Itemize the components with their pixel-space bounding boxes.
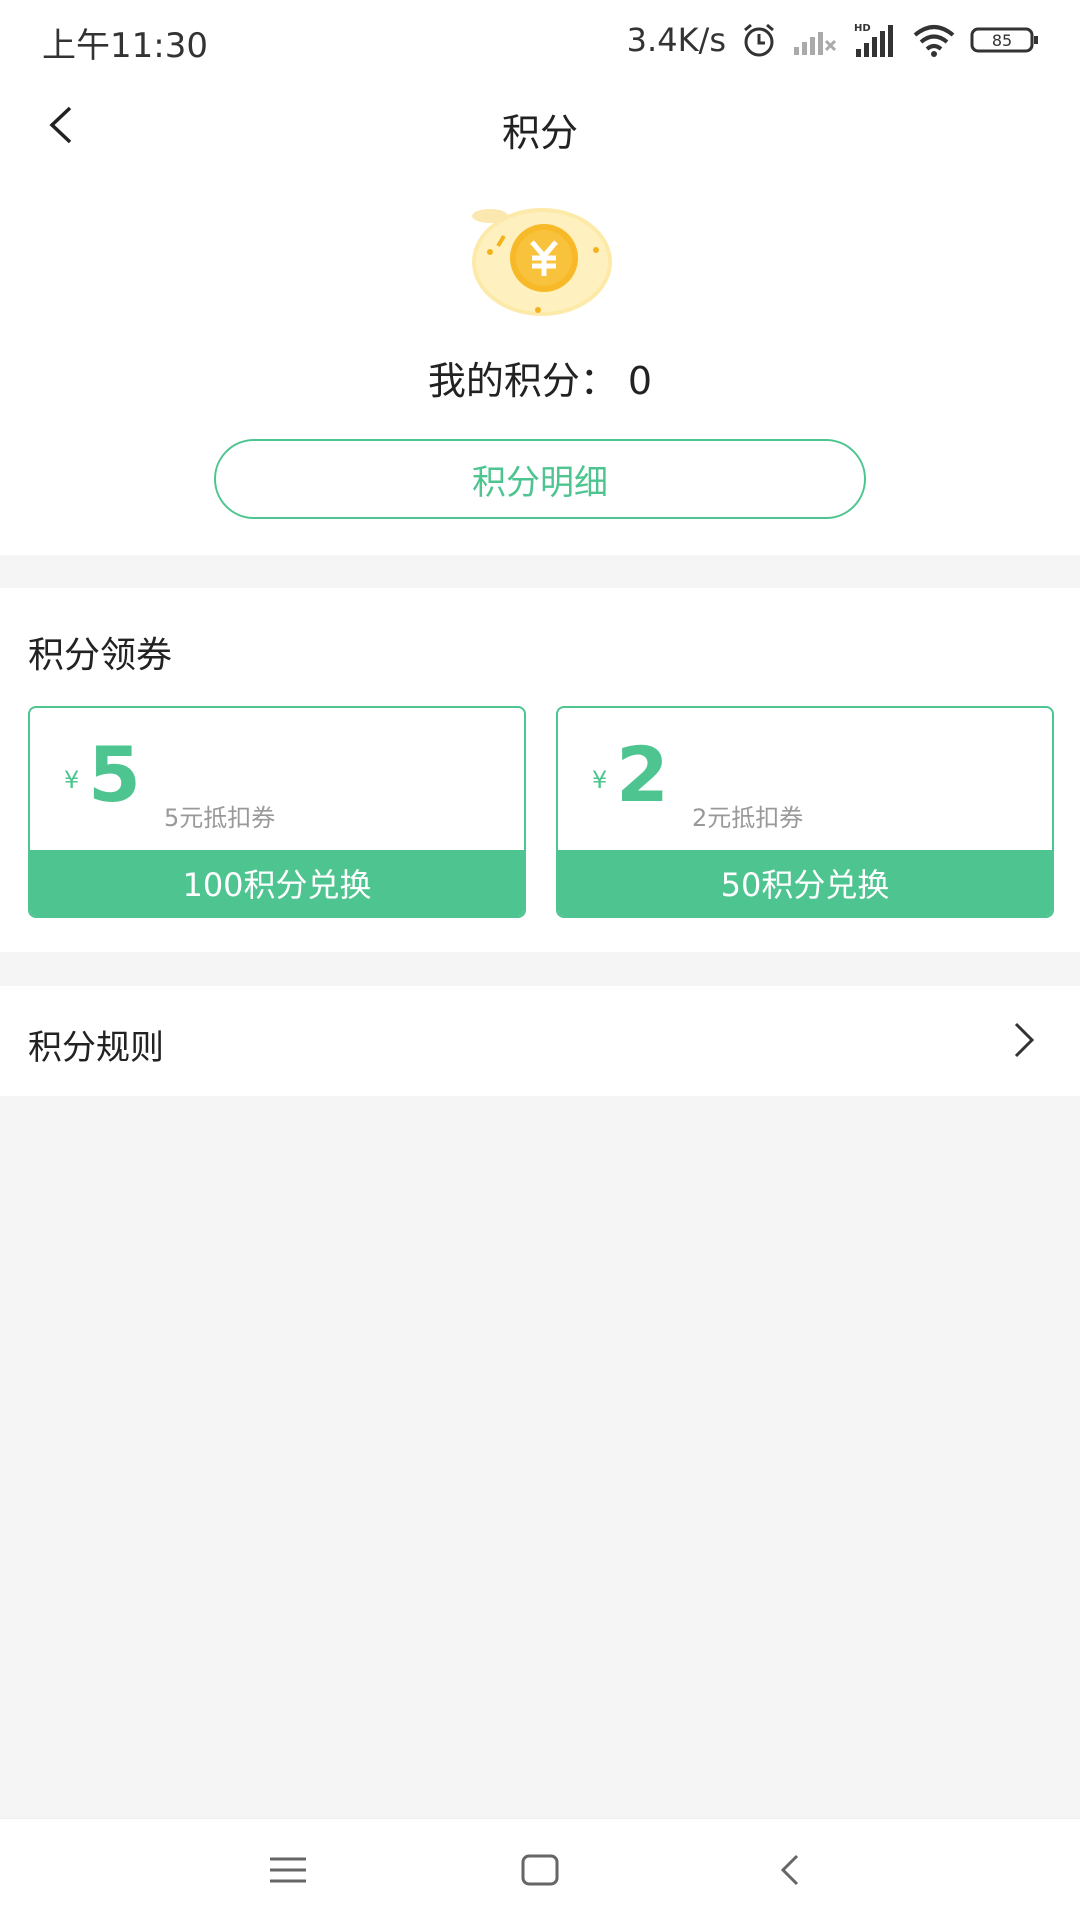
page-title: 积分	[501, 111, 578, 155]
chevron-right-icon	[1014, 1022, 1035, 1058]
points-rules-label: 积分规则	[28, 1028, 164, 1068]
my-points-label: 我的积分：	[427, 359, 618, 403]
home-square-icon	[521, 1854, 559, 1886]
menu-icon	[270, 1857, 306, 1883]
my-points: 我的积分： 0	[0, 350, 1080, 405]
status-icons: 3.4K/s HD 85	[627, 18, 1040, 62]
header: 积分	[0, 80, 1080, 170]
my-points-value: 0	[627, 359, 653, 403]
coupon-description: 2元抵扣券	[692, 804, 804, 832]
wifi-icon	[912, 23, 956, 57]
exchange-button[interactable]: 50积分兑换	[558, 850, 1052, 916]
currency-symbol: ¥	[64, 766, 80, 794]
system-nav-bar	[0, 1818, 1080, 1920]
back-arrow-icon	[780, 1854, 799, 1886]
battery-icon: 85	[970, 25, 1040, 55]
signal-weak-icon	[792, 23, 838, 57]
coupon-card: ¥ 5 5元抵扣券 100积分兑换	[28, 706, 526, 918]
alarm-icon	[740, 21, 778, 59]
recent-apps-button[interactable]	[258, 1845, 318, 1895]
battery-level: 85	[992, 31, 1012, 50]
coin-icon	[460, 200, 620, 320]
status-time: 上午11:30	[42, 26, 208, 66]
status-bar: 上午11:30 3.4K/s HD 85	[0, 0, 1080, 80]
points-page: 上午11:30 3.4K/s HD 85 积分 我的积分： 0 积分明细 积分领…	[0, 0, 1080, 1920]
svg-text:HD: HD	[854, 23, 871, 34]
coupon-amount: 5	[88, 730, 141, 819]
signal-hd-icon: HD	[852, 21, 898, 59]
home-button[interactable]	[510, 1845, 570, 1895]
coupon-card: ¥ 2 2元抵扣券 50积分兑换	[556, 706, 1054, 918]
network-speed: 3.4K/s	[626, 21, 726, 59]
points-detail-button[interactable]: 积分明细	[214, 439, 866, 519]
coupon-description: 5元抵扣券	[164, 804, 276, 832]
points-summary: 我的积分： 0 积分明细	[0, 170, 1080, 555]
section-title: 积分领券	[28, 635, 173, 676]
points-rules-row[interactable]: 积分规则	[0, 986, 1080, 1096]
exchange-button[interactable]: 100积分兑换	[30, 850, 524, 916]
system-back-button[interactable]	[760, 1845, 820, 1895]
coupon-section: 积分领券 ¥ 5 5元抵扣券 100积分兑换 ¥ 2 2元抵扣券 50积分兑换	[0, 588, 1080, 952]
coupon-amount: 2	[616, 730, 669, 819]
currency-symbol: ¥	[592, 766, 608, 794]
